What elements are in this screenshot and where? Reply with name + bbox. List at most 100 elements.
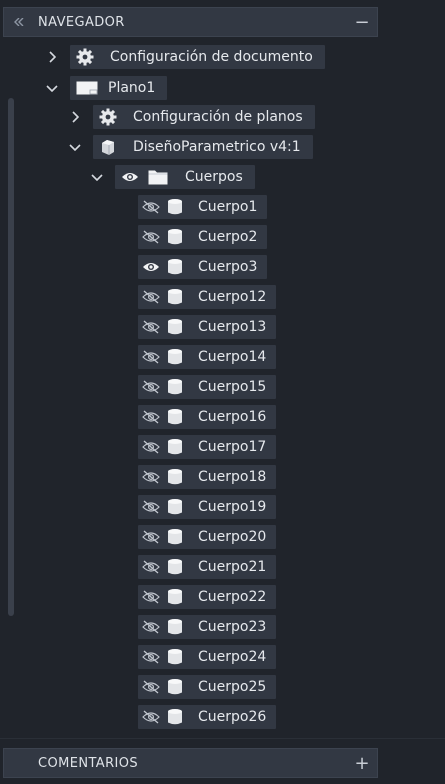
tree-row-plano: Plano1 bbox=[42, 76, 168, 100]
eye-slash-icon[interactable] bbox=[138, 675, 164, 699]
body-row: Cuerpo26 bbox=[138, 705, 277, 729]
tree-row-model: DiseñoParametrico v4:1 bbox=[65, 135, 313, 159]
body-node[interactable]: Cuerpo12 bbox=[138, 285, 277, 309]
eye-icon[interactable] bbox=[138, 255, 164, 279]
body-solid-icon bbox=[164, 405, 186, 429]
body-node[interactable]: Cuerpo22 bbox=[138, 585, 277, 609]
body-solid-icon bbox=[164, 315, 186, 339]
body-node[interactable]: Cuerpo25 bbox=[138, 675, 277, 699]
body-label: Cuerpo24 bbox=[198, 649, 267, 665]
body-node[interactable]: Cuerpo18 bbox=[138, 465, 277, 489]
eye-slash-icon[interactable] bbox=[138, 405, 164, 429]
body-solid-icon bbox=[164, 195, 186, 219]
body-node[interactable]: Cuerpo21 bbox=[138, 555, 277, 579]
eye-slash-icon[interactable] bbox=[138, 585, 164, 609]
body-label: Cuerpo19 bbox=[198, 499, 267, 515]
body-row: Cuerpo25 bbox=[138, 675, 277, 699]
eye-slash-icon[interactable] bbox=[138, 435, 164, 459]
navigator-title: NAVEGADOR bbox=[38, 14, 125, 30]
body-solid-icon bbox=[164, 435, 186, 459]
minimize-navigator-button[interactable]: − bbox=[347, 7, 377, 37]
body-label: Cuerpo26 bbox=[198, 709, 267, 725]
body-label: Cuerpo18 bbox=[198, 469, 267, 485]
doc-settings-node[interactable]: Configuración de documento bbox=[70, 45, 325, 69]
body-solid-icon bbox=[164, 255, 186, 279]
body-solid-icon bbox=[164, 225, 186, 249]
body-node[interactable]: Cuerpo26 bbox=[138, 705, 277, 729]
body-node[interactable]: Cuerpo17 bbox=[138, 435, 277, 459]
body-label: Cuerpo15 bbox=[198, 379, 267, 395]
body-node[interactable]: Cuerpo1 bbox=[138, 195, 268, 219]
collapse-arrow[interactable] bbox=[65, 135, 85, 159]
collapse-arrow[interactable] bbox=[87, 165, 107, 189]
body-label: Cuerpo25 bbox=[198, 679, 267, 695]
eye-slash-icon[interactable] bbox=[138, 225, 164, 249]
plano-label: Plano1 bbox=[108, 80, 156, 96]
sheet-settings-label: Configuración de planos bbox=[133, 109, 303, 125]
body-row: Cuerpo12 bbox=[138, 285, 277, 309]
bodies-folder-label: Cuerpos bbox=[185, 169, 243, 185]
eye-slash-icon[interactable] bbox=[138, 615, 164, 639]
body-row: Cuerpo1 bbox=[138, 195, 268, 219]
body-label: Cuerpo13 bbox=[198, 319, 267, 335]
chevron-down-icon bbox=[46, 85, 58, 92]
doc-settings-label: Configuración de documento bbox=[110, 49, 313, 65]
body-node[interactable]: Cuerpo20 bbox=[138, 525, 277, 549]
eye-slash-icon[interactable] bbox=[138, 345, 164, 369]
body-row: Cuerpo2 bbox=[138, 225, 268, 249]
chevron-right-icon bbox=[72, 111, 79, 123]
body-solid-icon bbox=[164, 555, 186, 579]
eye-slash-icon[interactable] bbox=[138, 285, 164, 309]
body-label: Cuerpo17 bbox=[198, 439, 267, 455]
eye-slash-icon[interactable] bbox=[138, 525, 164, 549]
eye-slash-icon[interactable] bbox=[138, 375, 164, 399]
tree-row-bodies-folder: Cuerpos bbox=[87, 165, 255, 189]
plano-node[interactable]: Plano1 bbox=[70, 76, 168, 100]
eye-slash-icon[interactable] bbox=[138, 705, 164, 729]
body-row: Cuerpo15 bbox=[138, 375, 277, 399]
body-solid-icon bbox=[164, 675, 186, 699]
eye-slash-icon[interactable] bbox=[138, 195, 164, 219]
body-solid-icon bbox=[164, 525, 186, 549]
body-node[interactable]: Cuerpo15 bbox=[138, 375, 277, 399]
scrollbar[interactable] bbox=[8, 98, 14, 616]
collapse-arrow[interactable] bbox=[42, 76, 62, 100]
eye-icon[interactable] bbox=[117, 165, 143, 189]
body-node[interactable]: Cuerpo3 bbox=[138, 255, 268, 279]
bodies-folder-node[interactable]: Cuerpos bbox=[115, 165, 255, 189]
eye-slash-icon[interactable] bbox=[138, 465, 164, 489]
body-row: Cuerpo14 bbox=[138, 345, 277, 369]
body-solid-icon bbox=[164, 345, 186, 369]
body-solid-icon bbox=[164, 465, 186, 489]
body-solid-icon bbox=[164, 615, 186, 639]
eye-slash-icon[interactable] bbox=[138, 315, 164, 339]
body-row: Cuerpo20 bbox=[138, 525, 277, 549]
comments-title: COMENTARIOS bbox=[38, 755, 139, 771]
body-label: Cuerpo14 bbox=[198, 349, 267, 365]
sheet-settings-node[interactable]: Configuración de planos bbox=[93, 105, 315, 129]
chevron-down-icon bbox=[91, 174, 103, 181]
body-label: Cuerpo2 bbox=[198, 229, 258, 245]
eye-slash-icon[interactable] bbox=[138, 495, 164, 519]
body-node[interactable]: Cuerpo16 bbox=[138, 405, 277, 429]
eye-slash-icon[interactable] bbox=[138, 555, 164, 579]
body-node[interactable]: Cuerpo13 bbox=[138, 315, 277, 339]
eye-slash-icon[interactable] bbox=[138, 645, 164, 669]
body-row: Cuerpo19 bbox=[138, 495, 277, 519]
body-node[interactable]: Cuerpo23 bbox=[138, 615, 277, 639]
model-node[interactable]: DiseñoParametrico v4:1 bbox=[93, 135, 313, 159]
collapse-panel-button[interactable] bbox=[4, 7, 34, 37]
tree-row-doc-settings: Configuración de documento bbox=[42, 45, 325, 69]
body-label: Cuerpo12 bbox=[198, 289, 267, 305]
body-label: Cuerpo1 bbox=[198, 199, 258, 215]
expand-arrow[interactable] bbox=[42, 45, 62, 69]
body-label: Cuerpo21 bbox=[198, 559, 267, 575]
expand-arrow[interactable] bbox=[65, 105, 85, 129]
add-comment-button[interactable]: + bbox=[347, 748, 377, 778]
body-solid-icon bbox=[164, 285, 186, 309]
body-node[interactable]: Cuerpo24 bbox=[138, 645, 277, 669]
body-node[interactable]: Cuerpo14 bbox=[138, 345, 277, 369]
body-node[interactable]: Cuerpo2 bbox=[138, 225, 268, 249]
body-solid-icon bbox=[164, 645, 186, 669]
body-node[interactable]: Cuerpo19 bbox=[138, 495, 277, 519]
